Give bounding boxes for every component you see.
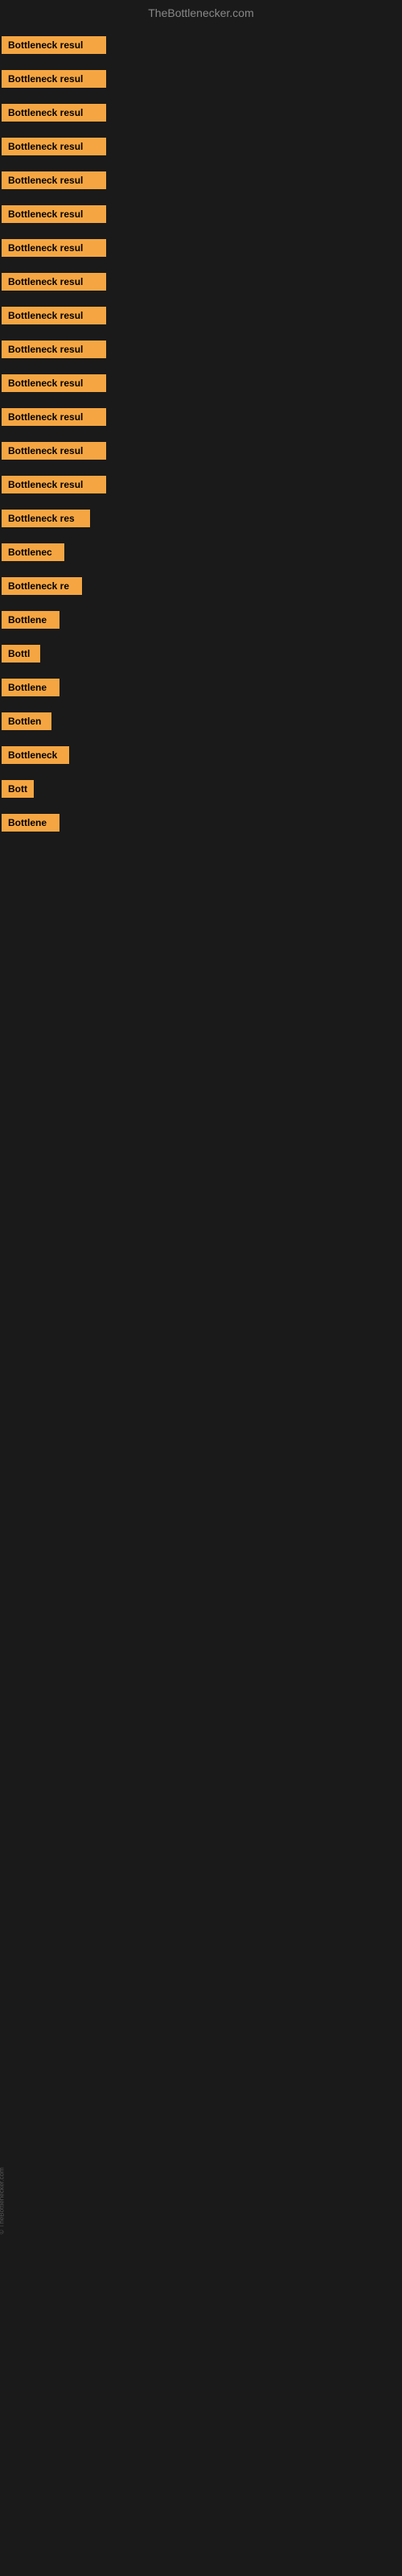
bottleneck-label: Bottleneck resul bbox=[2, 36, 106, 54]
bottleneck-label: Bottleneck bbox=[2, 746, 69, 764]
result-row: Bottleneck resul bbox=[0, 367, 402, 399]
result-row: Bottleneck resul bbox=[0, 333, 402, 365]
bottleneck-label: Bottleneck res bbox=[2, 510, 90, 527]
bottleneck-label: Bottlene bbox=[2, 679, 59, 696]
bottleneck-label: Bottl bbox=[2, 645, 40, 663]
bottleneck-label: Bottlene bbox=[2, 611, 59, 629]
result-row: Bottlenec bbox=[0, 536, 402, 568]
result-row: Bottleneck resul bbox=[0, 198, 402, 230]
result-row: Bottleneck res bbox=[0, 502, 402, 535]
watermark: © TheBottlenecker.com bbox=[0, 2167, 6, 2234]
site-title: TheBottlenecker.com bbox=[148, 6, 254, 19]
bottleneck-label: Bottleneck resul bbox=[2, 138, 106, 155]
result-row: Bottleneck bbox=[0, 739, 402, 771]
result-row: Bottleneck resul bbox=[0, 130, 402, 163]
bottleneck-label: Bottleneck resul bbox=[2, 307, 106, 324]
result-row: Bottleneck resul bbox=[0, 232, 402, 264]
result-row: Bottlene bbox=[0, 604, 402, 636]
bottleneck-label: Bottleneck resul bbox=[2, 273, 106, 291]
bottleneck-label: Bottleneck resul bbox=[2, 341, 106, 358]
bottleneck-label: Bottlene bbox=[2, 814, 59, 832]
bottleneck-label: Bottleneck resul bbox=[2, 205, 106, 223]
bottleneck-label: Bottleneck resul bbox=[2, 239, 106, 257]
result-row: Bottl bbox=[0, 638, 402, 670]
bottleneck-label: Bottleneck resul bbox=[2, 476, 106, 493]
bottleneck-label: Bottleneck resul bbox=[2, 171, 106, 189]
bottleneck-label: Bottleneck resul bbox=[2, 104, 106, 122]
result-row: Bottleneck resul bbox=[0, 63, 402, 95]
bottleneck-label: Bottleneck resul bbox=[2, 408, 106, 426]
site-header: TheBottlenecker.com bbox=[0, 0, 402, 29]
bottleneck-label: Bottleneck resul bbox=[2, 442, 106, 460]
result-row: Bottleneck re bbox=[0, 570, 402, 602]
result-row: Bottleneck resul bbox=[0, 266, 402, 298]
bottleneck-label: Bottleneck resul bbox=[2, 374, 106, 392]
results-container: Bottleneck resul Bottleneck resul Bottlene… bbox=[0, 29, 402, 839]
bottleneck-label: Bottlen bbox=[2, 712, 51, 730]
result-row: Bottlene bbox=[0, 671, 402, 704]
result-row: Bottleneck resul bbox=[0, 469, 402, 501]
result-row: Bottlene bbox=[0, 807, 402, 839]
bottleneck-label: Bott bbox=[2, 780, 34, 798]
result-row: Bottleneck resul bbox=[0, 401, 402, 433]
bottleneck-label: Bottlenec bbox=[2, 543, 64, 561]
result-row: Bott bbox=[0, 773, 402, 805]
bottleneck-label: Bottleneck resul bbox=[2, 70, 106, 88]
result-row: Bottleneck resul bbox=[0, 29, 402, 61]
bottleneck-label: Bottleneck re bbox=[2, 577, 82, 595]
result-row: Bottleneck resul bbox=[0, 435, 402, 467]
result-row: Bottlen bbox=[0, 705, 402, 737]
result-row: Bottleneck resul bbox=[0, 299, 402, 332]
result-row: Bottleneck resul bbox=[0, 97, 402, 129]
result-row: Bottleneck resul bbox=[0, 164, 402, 196]
